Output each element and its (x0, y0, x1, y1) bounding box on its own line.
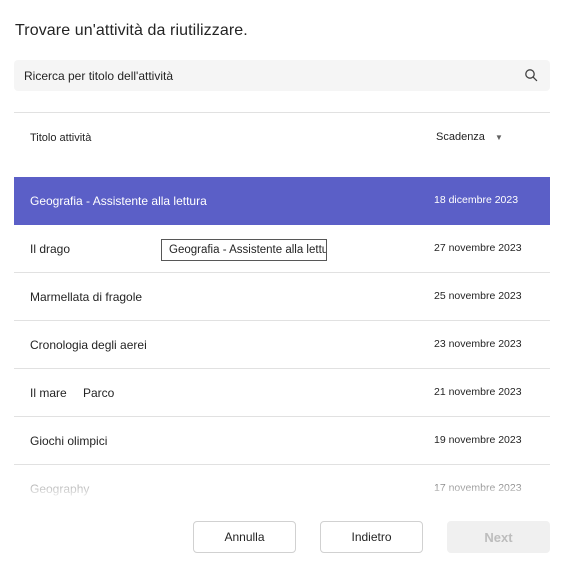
table-row[interactable]: Giochi olimpici 19 novembre 2023 (14, 417, 550, 465)
dialog-title: Trovare un'attività da riutilizzare. (15, 22, 248, 39)
row-title-extra: Parco (83, 386, 115, 400)
table-row[interactable]: Il mare Parco 21 novembre 2023 (14, 369, 550, 417)
column-header-due-label: Scadenza (436, 131, 485, 143)
next-button[interactable]: Next (447, 521, 550, 553)
row-due-date: 25 novembre 2023 (434, 290, 522, 302)
row-due-date: 19 novembre 2023 (434, 434, 522, 446)
row-title: Giochi olimpici (30, 434, 108, 448)
row-title: Cronologia degli aerei (30, 338, 147, 352)
table-header: Titolo attività Scadenza ▼ (14, 112, 550, 177)
table-row[interactable]: Geografia - Assistente alla lettura 18 d… (14, 177, 550, 225)
caret-down-icon: ▼ (494, 132, 503, 142)
column-header-title: Titolo attività (30, 132, 92, 144)
row-due-date: 18 dicembre 2023 (434, 194, 519, 206)
row-title: Geography (30, 482, 90, 496)
search-input[interactable] (24, 68, 504, 83)
column-header-due-date[interactable]: Scadenza ▼ (436, 131, 503, 143)
activity-table: Titolo attività Scadenza ▼ Geografia - A… (14, 112, 550, 496)
row-due-date: 23 novembre 2023 (434, 338, 522, 350)
table-row[interactable]: Marmellata di fragole 25 novembre 2023 (14, 273, 550, 321)
table-row[interactable]: Cronologia degli aerei 23 novembre 2023 (14, 321, 550, 369)
row-due-date: 17 novembre 2023 (434, 482, 522, 494)
table-rows: Geografia - Assistente alla lettura 18 d… (14, 177, 550, 496)
row-title: Il drago (30, 242, 71, 256)
row-due-date: 27 novembre 2023 (434, 242, 522, 254)
row-title: Marmellata di fragole (30, 290, 143, 304)
back-button[interactable]: Indietro (320, 521, 423, 553)
search-icon[interactable] (524, 68, 538, 82)
search-box[interactable] (14, 60, 550, 91)
row-title: Geografia - Assistente alla lettura (30, 194, 207, 208)
row-due-date: 21 novembre 2023 (434, 386, 522, 398)
table-row[interactable]: Geography 17 novembre 2023 (14, 465, 550, 496)
cancel-button[interactable]: Annulla (193, 521, 296, 553)
row-title-tooltip: Geografia - Assistente alla lettura (161, 239, 327, 261)
row-title: Il mare (30, 386, 67, 400)
